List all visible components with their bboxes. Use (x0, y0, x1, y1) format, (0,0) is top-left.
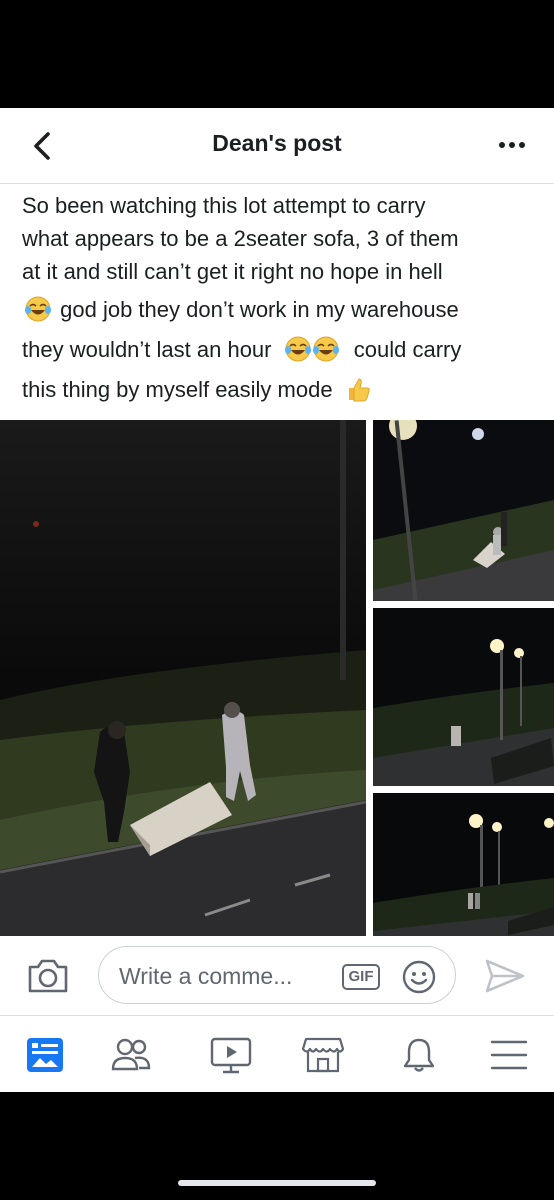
photo-grid (0, 420, 554, 936)
watch-icon (210, 1037, 252, 1074)
post-text-segment: god job they don’t work in my warehouse (60, 297, 459, 322)
gif-button[interactable]: GIF (342, 964, 380, 990)
post-photo[interactable] (373, 420, 554, 601)
nav-news-feed[interactable] (22, 1034, 68, 1076)
post-text-line-with-emoji: they wouldn’t last an hour could carry (22, 330, 536, 370)
post-text-segment: this thing by myself easily mode (22, 377, 333, 402)
post-body: So been watching this lot attempt to car… (0, 184, 554, 420)
friends-icon (111, 1038, 151, 1071)
send-icon (485, 959, 525, 993)
post-photo-main[interactable] (0, 420, 366, 936)
smiley-face-icon (402, 960, 436, 994)
post-text-line: what appears to be a 2seater sofa, 3 of … (22, 226, 459, 251)
camera-icon (28, 959, 68, 993)
page-title: Dean's post (212, 130, 342, 156)
marketplace-icon (301, 1037, 345, 1073)
status-bar-area (0, 0, 554, 108)
post-text-line-with-emoji: this thing by myself easily mode (22, 370, 536, 410)
post-text-segment: they wouldn’t last an hour (22, 337, 272, 362)
post-text-line-with-emoji: god job they don’t work in my warehouse (22, 290, 536, 330)
nav-friends[interactable] (108, 1034, 154, 1076)
post-photo[interactable] (373, 793, 554, 936)
more-options-button[interactable] (492, 130, 532, 160)
photo-night-street-people (373, 793, 554, 936)
emoji-picker-button[interactable] (401, 959, 437, 995)
send-button[interactable] (484, 958, 526, 994)
photo-night-streetlamp (373, 420, 554, 601)
more-horizontal-icon (499, 142, 525, 148)
laughing-emoji-icon (25, 296, 51, 322)
post-photo[interactable] (373, 608, 554, 786)
menu-icon (490, 1040, 528, 1070)
news-feed-icon (27, 1038, 63, 1072)
laughing-emoji-icon (284, 336, 311, 362)
camera-button[interactable] (26, 955, 70, 995)
nav-marketplace[interactable] (300, 1034, 346, 1076)
notifications-icon (403, 1038, 435, 1072)
nav-menu[interactable] (486, 1034, 532, 1076)
comment-placeholder: Write a comme... (119, 963, 293, 989)
post-text-line: at it and still can’t get it right no ho… (22, 259, 443, 284)
home-indicator[interactable] (178, 1180, 376, 1186)
photo-night-streetlights (373, 608, 554, 786)
nav-notifications[interactable] (396, 1034, 442, 1076)
nav-watch[interactable] (208, 1034, 254, 1076)
comment-bar: Write a comme... GIF (0, 936, 554, 1016)
photo-night-street-sofa (0, 420, 366, 936)
post-text-segment: could carry (353, 337, 462, 362)
thumbs-up-emoji-icon (348, 378, 370, 402)
bottom-navigation (0, 1016, 554, 1092)
comment-input[interactable]: Write a comme... GIF (98, 946, 456, 1004)
post-header: Dean's post (0, 108, 554, 184)
laughing-emoji-icon (312, 336, 339, 362)
post-text-line: So been watching this lot attempt to car… (22, 193, 426, 218)
home-indicator-area (0, 1092, 554, 1200)
